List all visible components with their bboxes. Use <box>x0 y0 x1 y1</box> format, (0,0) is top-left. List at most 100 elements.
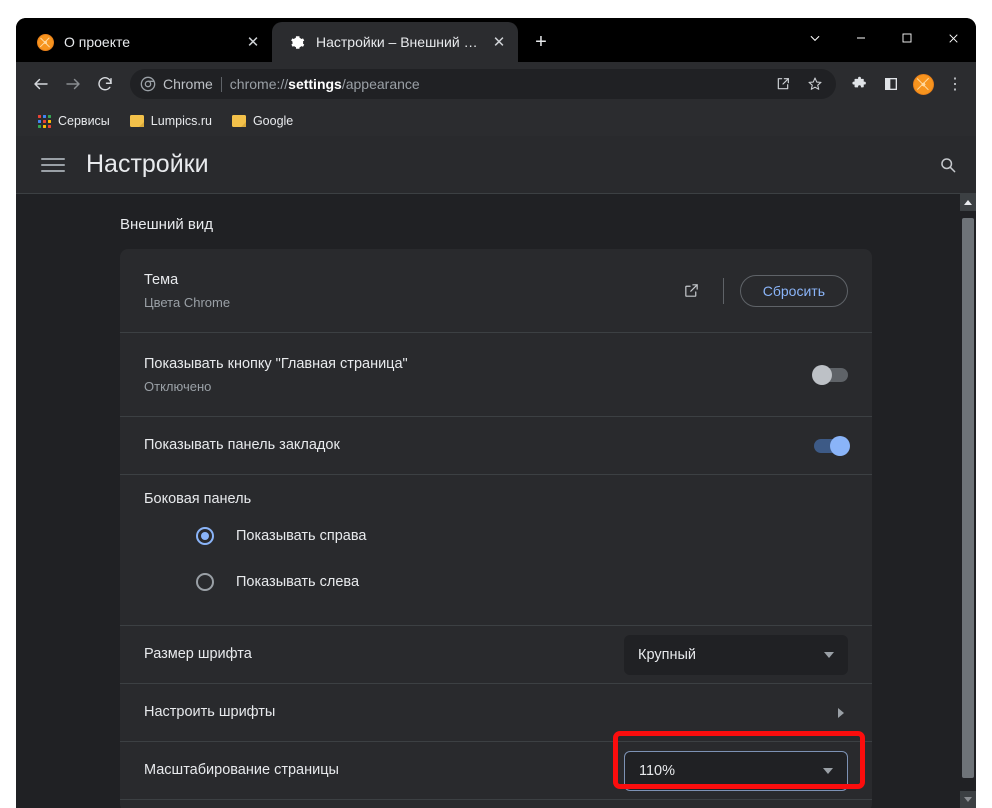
tab-title: Настройки – Внешний вид <box>316 34 478 50</box>
settings-row-home-button[interactable]: Показывать кнопку "Главная страница" Отк… <box>120 333 872 417</box>
folder-icon <box>129 115 144 127</box>
bookmark-item-google[interactable]: Google <box>224 111 301 131</box>
bookmarks-bar-toggle[interactable] <box>814 435 850 456</box>
row-actions <box>812 364 848 385</box>
chevron-down-icon <box>824 651 834 658</box>
screenshot-root: О проекте ✕ Настройки – Внешний вид ✕ + <box>0 0 992 808</box>
site-chip-label: Chrome <box>163 76 213 92</box>
row-text: Тема Цвета Chrome <box>144 271 661 310</box>
page-title: Настройки <box>86 150 209 178</box>
bookmark-label: Google <box>252 114 294 128</box>
scroll-up-arrow-icon[interactable] <box>960 194 976 211</box>
section-title: Внешний вид <box>120 216 213 233</box>
home-button-toggle[interactable] <box>812 364 848 385</box>
row-label: Тема <box>144 272 179 289</box>
settings-row-customize-fonts[interactable]: Настроить шрифты <box>120 684 872 742</box>
close-icon[interactable]: ✕ <box>488 31 510 53</box>
radio-option-show-right[interactable]: Показывать справа <box>144 513 848 559</box>
site-chip: Chrome <box>140 76 213 92</box>
address-bar[interactable]: Chrome chrome://settings/appearance <box>130 69 836 99</box>
url-text: chrome://settings/appearance <box>229 76 420 92</box>
row-actions: Сбросить <box>677 274 848 307</box>
row-text: Настроить шрифты <box>144 703 822 723</box>
citrus-icon <box>36 33 54 51</box>
bookmark-item-lumpics[interactable]: Lumpics.ru <box>122 111 220 131</box>
close-window-icon[interactable] <box>930 18 976 58</box>
menu-icon[interactable]: ⋮ <box>940 69 970 99</box>
bookmark-item-services[interactable]: Сервисы <box>30 111 118 131</box>
hamburger-icon[interactable] <box>38 150 68 180</box>
row-label: Масштабирование страницы <box>144 761 339 778</box>
settings-row-theme[interactable]: Тема Цвета Chrome Сбросить <box>120 249 872 333</box>
gear-icon <box>288 33 306 51</box>
folder-icon <box>231 115 246 127</box>
row-label: Показывать панель закладок <box>144 436 340 453</box>
tab-strip: О проекте ✕ Настройки – Внешний вид ✕ + <box>16 18 976 62</box>
tab-search-chevron-down-icon[interactable] <box>792 18 838 58</box>
scrollbar[interactable] <box>960 194 976 808</box>
page-zoom-select[interactable]: 110% <box>624 750 848 791</box>
search-icon[interactable] <box>930 148 964 182</box>
chevron-right-icon <box>838 707 844 718</box>
radio-button-selected[interactable] <box>196 527 214 545</box>
browser-tab-settings[interactable]: Настройки – Внешний вид ✕ <box>272 22 518 62</box>
new-tab-button[interactable]: + <box>526 27 556 57</box>
apps-grid-icon <box>38 114 51 128</box>
close-icon[interactable]: ✕ <box>242 31 264 53</box>
radio-group-label: Боковая панель <box>144 491 252 507</box>
radio-button-unselected[interactable] <box>196 573 214 591</box>
settings-header: Настройки <box>16 136 976 194</box>
settings-row-font-size[interactable]: Размер шрифта Крупный <box>120 626 872 684</box>
radio-label: Показывать слева <box>236 574 360 590</box>
row-text: Показывать кнопку "Главная страница" Отк… <box>144 355 798 394</box>
tab-title: О проекте <box>64 34 131 50</box>
select-value: Крупный <box>638 646 696 663</box>
bookmark-label: Сервисы <box>58 114 110 128</box>
side-panel-icon[interactable] <box>876 69 906 99</box>
row-sublabel: Цвета Chrome <box>144 294 231 310</box>
row-label: Показывать кнопку "Главная страница" <box>144 356 408 373</box>
row-text: Размер шрифта <box>144 645 608 665</box>
scrollbar-thumb[interactable] <box>962 218 974 778</box>
external-link-icon[interactable] <box>677 276 707 306</box>
row-sublabel: Отключено <box>144 378 212 394</box>
settings-row-bookmarks-bar[interactable]: Показывать панель закладок <box>120 417 872 475</box>
reload-icon[interactable] <box>90 69 120 99</box>
partial-next-row <box>120 800 872 808</box>
appearance-settings-card: Тема Цвета Chrome Сбросить Показывать кн… <box>120 249 872 808</box>
row-actions <box>814 435 850 456</box>
settings-page: Настройки Внешний вид Тема Цвета Chrome <box>16 136 976 808</box>
radio-option-show-left[interactable]: Показывать слева <box>144 559 848 605</box>
settings-row-page-zoom[interactable]: Масштабирование страницы 110% <box>120 742 872 800</box>
settings-scroll-area: Внешний вид Тема Цвета Chrome Сбросить П… <box>16 194 976 808</box>
browser-tab-about[interactable]: О проекте ✕ <box>20 22 272 62</box>
scroll-down-arrow-icon[interactable] <box>960 791 976 808</box>
select-value: 110% <box>639 762 676 779</box>
share-icon[interactable] <box>768 69 798 99</box>
reset-theme-button[interactable]: Сбросить <box>739 274 848 307</box>
forward-icon[interactable] <box>58 69 88 99</box>
puzzle-icon[interactable] <box>844 69 874 99</box>
settings-row-side-panel: Боковая панель Показывать справа Показыв… <box>120 475 872 626</box>
window-controls <box>792 18 976 58</box>
maximize-icon[interactable] <box>884 18 930 58</box>
bookmarks-bar: Сервисы Lumpics.ru Google <box>16 106 976 136</box>
minimize-icon[interactable] <box>838 18 884 58</box>
radio-label: Показывать справа <box>236 528 367 544</box>
star-icon[interactable] <box>800 69 830 99</box>
browser-window: О проекте ✕ Настройки – Внешний вид ✕ + <box>16 18 976 808</box>
back-icon[interactable] <box>26 69 56 99</box>
row-label: Настроить шрифты <box>144 703 276 720</box>
row-text: Масштабирование страницы <box>144 761 608 781</box>
avatar[interactable] <box>908 69 938 99</box>
omnibox-actions <box>768 69 830 99</box>
browser-toolbar: Chrome chrome://settings/appearance ⋮ <box>16 62 976 106</box>
row-label: Размер шрифта <box>144 645 252 662</box>
divider <box>722 277 724 304</box>
chevron-down-icon <box>823 767 833 774</box>
omnibox-divider <box>220 76 222 92</box>
row-text: Показывать панель закладок <box>144 436 798 456</box>
bookmark-label: Lumpics.ru <box>150 114 212 128</box>
chrome-logo-icon <box>140 76 156 92</box>
font-size-select[interactable]: Крупный <box>624 634 848 675</box>
